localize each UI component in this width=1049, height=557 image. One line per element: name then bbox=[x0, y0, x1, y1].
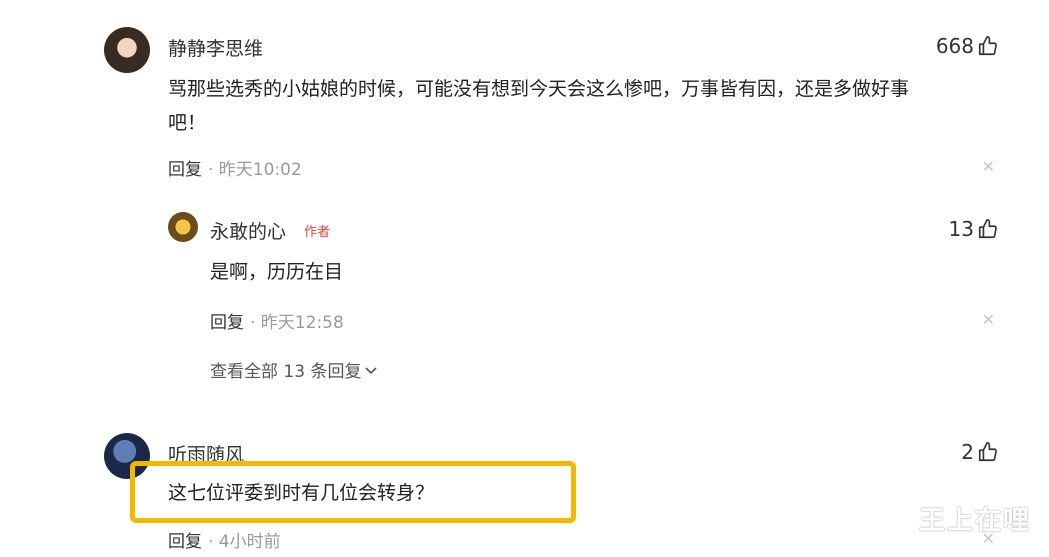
like-count-value: 13 bbox=[948, 217, 974, 241]
comment-meta: 回复 · 4小时前 bbox=[168, 527, 281, 552]
view-all-replies-label: 查看全部 13 条回复 bbox=[210, 362, 362, 382]
thumbs-up-icon[interactable] bbox=[977, 218, 999, 240]
comment-text-line: 吧！ bbox=[168, 112, 207, 134]
comment-meta: 回复 · 昨天10:02 bbox=[168, 155, 302, 180]
like-count-value: 2 bbox=[961, 440, 974, 464]
like-count[interactable]: 668 bbox=[936, 34, 999, 58]
reply-username[interactable]: 永敢的心 bbox=[210, 217, 286, 244]
thumbs-up-icon[interactable] bbox=[977, 441, 999, 463]
timestamp: · 4小时前 bbox=[208, 532, 281, 552]
reply-meta: 回复 · 昨天12:58 bbox=[210, 308, 344, 333]
view-all-replies-link[interactable]: 查看全部 13 条回复 bbox=[210, 357, 378, 382]
like-count-value: 668 bbox=[935, 34, 974, 58]
comment-text: 这七位评委到时有几位会转身？ bbox=[168, 482, 435, 504]
comment-text-line: 骂那些选秀的小姑娘的时候，可能没有想到今天会这么惨吧，万事皆有因，还是多做好事 bbox=[168, 78, 910, 100]
chevron-down-icon bbox=[365, 366, 378, 374]
watermark: 王上在哩 bbox=[918, 506, 1031, 536]
author-badge: 作者 bbox=[304, 225, 331, 240]
reply-button[interactable]: 回复 bbox=[168, 527, 202, 552]
avatar[interactable] bbox=[168, 212, 198, 242]
like-count[interactable]: 2 bbox=[961, 440, 999, 464]
reply-text: 是啊，历历在目 bbox=[210, 261, 344, 283]
reply-button[interactable]: 回复 bbox=[210, 308, 244, 333]
comment-text: 骂那些选秀的小姑娘的时候，可能没有想到今天会这么惨吧，万事皆有因，还是多做好事 … bbox=[168, 72, 1008, 140]
reply-button[interactable]: 回复 bbox=[168, 155, 202, 180]
thumbs-up-icon[interactable] bbox=[977, 35, 999, 57]
comment-username[interactable]: 静静李思维 bbox=[168, 34, 263, 61]
timestamp: · 昨天12:58 bbox=[250, 313, 344, 333]
timestamp: · 昨天10:02 bbox=[208, 160, 302, 180]
avatar[interactable] bbox=[104, 27, 150, 73]
like-count[interactable]: 13 bbox=[949, 217, 999, 241]
close-icon[interactable]: ✕ bbox=[982, 157, 995, 176]
close-icon[interactable]: ✕ bbox=[982, 310, 995, 329]
